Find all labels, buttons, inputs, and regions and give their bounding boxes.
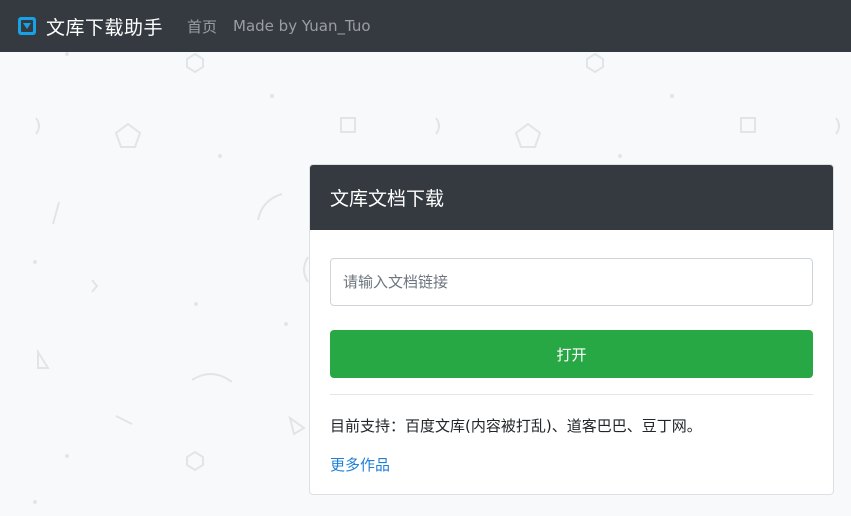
top-navbar: 文库下载助手 首页 Made by Yuan_Tuo xyxy=(0,0,851,52)
more-works-link[interactable]: 更多作品 xyxy=(330,454,390,475)
brand-title[interactable]: 文库下载助手 xyxy=(46,13,163,40)
download-box-icon[interactable] xyxy=(18,17,36,35)
author-credit: Made by Yuan_Tuo xyxy=(233,17,371,35)
open-button[interactable]: 打开 xyxy=(330,330,813,378)
card-body: 打开 目前支持：百度文库(内容被打乱)、道客巴巴、豆丁网。 更多作品 xyxy=(310,230,833,475)
document-url-input[interactable] xyxy=(330,258,813,306)
supported-sites-text: 目前支持：百度文库(内容被打乱)、道客巴巴、豆丁网。 xyxy=(330,417,702,435)
download-card: 文库文档下载 打开 目前支持：百度文库(内容被打乱)、道客巴巴、豆丁网。 更多作… xyxy=(309,164,834,495)
card-title: 文库文档下载 xyxy=(310,165,833,230)
nav-link-home[interactable]: 首页 xyxy=(187,16,217,37)
divider xyxy=(330,394,813,395)
